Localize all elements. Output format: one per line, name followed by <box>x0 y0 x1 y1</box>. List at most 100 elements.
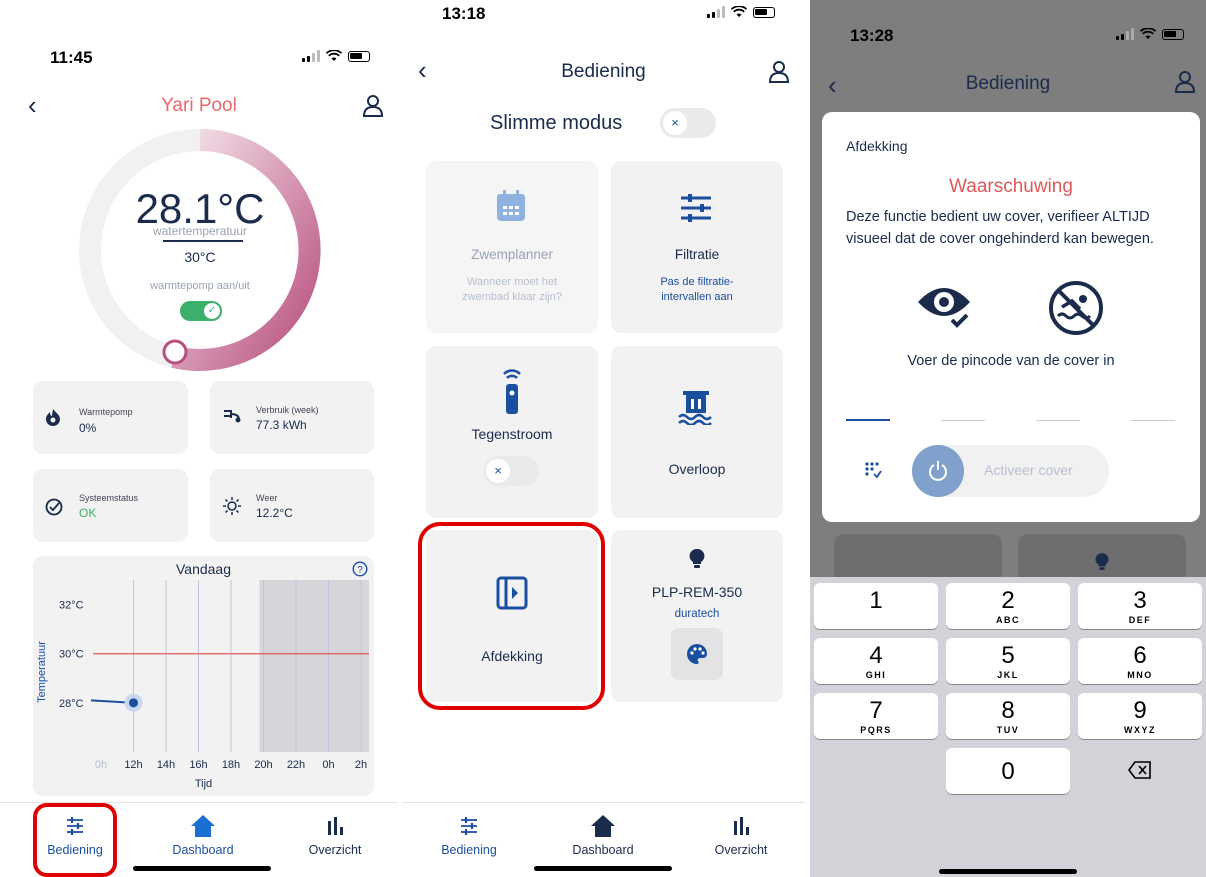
battery-icon <box>753 6 775 18</box>
signal-icon <box>302 50 320 62</box>
profile-icon[interactable] <box>768 60 790 84</box>
key-letters: PQRS <box>860 725 892 735</box>
tab-overzicht[interactable]: Overzicht <box>696 813 786 857</box>
page-title: Bediening <box>965 73 1051 94</box>
key-digit: 1 <box>869 587 883 614</box>
smart-mode-label: Slimme modus <box>490 112 623 134</box>
gauge-handle <box>162 339 188 365</box>
home-icon <box>191 815 215 837</box>
flame-icon <box>46 409 60 426</box>
key-digit: 8 <box>1001 697 1015 724</box>
pin-digit-3[interactable] <box>1036 420 1080 421</box>
color-picker-button[interactable] <box>671 628 723 680</box>
highlight-annotation <box>418 522 605 710</box>
current-point <box>129 698 138 708</box>
key-8[interactable]: 8 TUV <box>946 693 1070 739</box>
pin-digit-4[interactable] <box>1131 420 1175 421</box>
y-tick-label: 28°C <box>59 698 84 710</box>
pin-digit-1[interactable] <box>846 419 890 421</box>
tile-subtitle: Pas de filtratie-intervallen aan <box>660 276 734 303</box>
tile-title: Zwemplanner <box>471 247 553 262</box>
tab-label: Overzicht <box>308 843 362 857</box>
key-2[interactable]: 2 ABC <box>946 583 1070 629</box>
check-circle-icon <box>45 498 63 516</box>
setpoint-temperature[interactable]: 30°C <box>100 249 300 265</box>
key-3[interactable]: 3 DEF <box>1078 583 1202 629</box>
key-6[interactable]: 6 MNO <box>1078 638 1202 684</box>
home-icon <box>591 815 615 837</box>
key-letters: JKL <box>997 670 1019 680</box>
signal-icon <box>1116 28 1134 40</box>
palette-icon <box>687 644 707 664</box>
status-bar: 13:18 <box>402 0 805 44</box>
numeric-keypad: 1 2 ABC 3 DEF 4 GHI 5 JKL 6 MNO 7 PQRS 8 TUV 9W… <box>810 577 1206 877</box>
pin-digit-2[interactable] <box>941 420 985 421</box>
heatpump-toggle[interactable]: ✓ <box>180 301 222 321</box>
key-letters: ABC <box>996 615 1020 625</box>
tile-tegenstroom[interactable]: Tegenstroom × <box>426 346 598 518</box>
divider <box>163 240 243 242</box>
tile-system-status[interactable]: Systeemstatus OK <box>33 469 188 542</box>
key-4[interactable]: 4 GHI <box>814 638 938 684</box>
calendar-icon <box>497 190 525 221</box>
remote-icon <box>503 369 521 414</box>
battery-icon <box>348 50 370 62</box>
tile-value: 0% <box>79 421 97 435</box>
check-icon: ✓ <box>204 303 220 319</box>
tile-value: 12.2°C <box>256 506 293 520</box>
home-indicator <box>534 866 672 871</box>
backspace-key[interactable] <box>1078 748 1202 794</box>
key-digit: 9 <box>1133 697 1147 724</box>
tile-light[interactable]: PLP-REM-350 duratech <box>611 530 783 702</box>
temperature-chart-card: Vandaag ? 0h 12h 14h 16h 18h 20h 22h 0h 2h 32°C 30… <box>33 556 374 796</box>
clock: 11:45 <box>50 48 93 67</box>
profile-icon[interactable] <box>362 94 384 118</box>
plug-icon <box>224 410 241 423</box>
sun-icon <box>223 497 241 515</box>
tile-value: OK <box>79 506 97 520</box>
tile-usage[interactable]: Verbruik (week) 77.3 kWh <box>210 381 374 454</box>
tab-dashboard[interactable]: Dashboard <box>558 813 648 857</box>
tegenstroom-toggle[interactable]: × <box>483 456 539 486</box>
tab-label: Dashboard <box>172 843 234 857</box>
tile-filtratie[interactable]: Filtratie Pas de filtratie-intervallen a… <box>611 161 783 333</box>
key-letters: WXYZ <box>1124 725 1156 735</box>
sliders-icon <box>461 817 477 835</box>
dialog-heading: Afdekking <box>846 138 908 154</box>
tab-bediening[interactable]: Bediening <box>424 813 514 857</box>
key-5[interactable]: 5 JKL <box>946 638 1070 684</box>
profile-icon[interactable] <box>1174 70 1196 94</box>
x-tick-label: 20h <box>254 759 272 771</box>
highlight-annotation <box>33 803 117 877</box>
power-icon <box>929 461 947 481</box>
tile-weather[interactable]: Weer 12.2°C <box>210 469 374 542</box>
bar-chart-icon <box>734 817 749 835</box>
tab-label: Overzicht <box>714 843 768 857</box>
tile-zwemplanner[interactable]: Zwemplanner Wanneer moet het zwembad kla… <box>426 161 598 333</box>
x-tick-label: 0h <box>95 759 107 771</box>
key-digit: 7 <box>869 697 883 724</box>
tile-heatpump[interactable]: Warmtepomp 0% <box>33 381 188 454</box>
overflow-pool-icon <box>678 391 712 425</box>
key-7[interactable]: 7 PQRS <box>814 693 938 739</box>
tab-bar: Bediening Dashboard Overzicht <box>402 802 805 877</box>
keypad-icon[interactable] <box>864 461 882 479</box>
smart-mode-toggle[interactable]: × <box>660 108 716 138</box>
bar-chart-icon <box>328 817 343 835</box>
key-0[interactable]: 0 <box>946 748 1070 794</box>
temperature-chart: 0h 12h 14h 16h 18h 20h 22h 0h 2h 32°C 30°C 28°C <box>59 580 369 771</box>
key-1[interactable]: 1 <box>814 583 938 629</box>
tile-overloop[interactable]: Overloop <box>611 346 783 518</box>
cover-pin-screen: 13:28 ‹ Bediening Afdekking Waarschuwing… <box>810 0 1206 877</box>
activate-cover-button[interactable]: Activeer cover <box>912 445 1109 497</box>
key-letters: GHI <box>865 670 887 680</box>
tab-overzicht[interactable]: Overzicht <box>290 813 380 857</box>
key-9[interactable]: 9 WXYZ <box>1078 693 1202 739</box>
tab-dashboard[interactable]: Dashboard <box>158 813 248 857</box>
tile-label: Weer <box>256 493 278 503</box>
key-digit: 0 <box>1001 758 1015 785</box>
home-indicator <box>133 866 271 871</box>
cover-dialog: Afdekking Waarschuwing Deze functie bedi… <box>822 112 1200 522</box>
no-swimming-icon <box>1049 281 1103 335</box>
power-button[interactable] <box>912 445 964 497</box>
